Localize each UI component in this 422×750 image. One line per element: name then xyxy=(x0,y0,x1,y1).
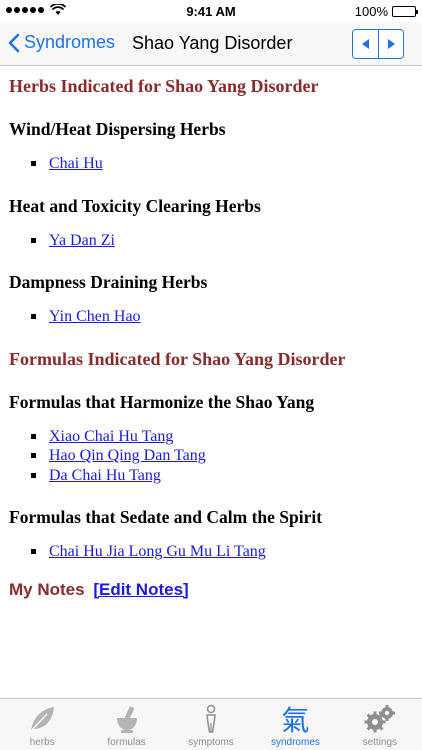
formula-link[interactable]: Hao Qin Qing Dan Tang xyxy=(49,447,206,464)
formula-link[interactable]: Xiao Chai Hu Tang xyxy=(49,428,173,445)
list-item: Chai Hu Jia Long Gu Mu Li Tang xyxy=(31,542,413,562)
list-item: Ya Dan Zi xyxy=(31,231,413,251)
herb-link[interactable]: Chai Hu xyxy=(49,155,103,172)
herb-group-title: Dampness Draining Herbs xyxy=(9,272,208,292)
tab-bar: herbs formulas symptoms 氣 syndromes sett… xyxy=(0,698,422,750)
herb-group: Dampness Draining Herbs Yin Chen Hao xyxy=(9,272,413,327)
navigation-bar: Syndromes Shao Yang Disorder xyxy=(0,22,422,66)
formula-group-title: Formulas that Harmonize the Shao Yang xyxy=(9,391,315,412)
herb-list: Yin Chen Hao xyxy=(9,307,413,327)
tab-label: settings xyxy=(362,737,398,748)
qi-character-icon: 氣 xyxy=(281,704,310,737)
list-item: Da Chai Hu Tang xyxy=(31,466,413,486)
list-item: Chai Hu xyxy=(31,154,413,174)
tab-label: herbs xyxy=(29,737,55,748)
triangle-left-icon xyxy=(362,39,369,49)
tab-herbs[interactable]: herbs xyxy=(0,699,84,750)
herb-link[interactable]: Yin Chen Hao xyxy=(49,308,141,325)
herb-list: Ya Dan Zi xyxy=(9,231,413,251)
back-button[interactable]: Syndromes xyxy=(8,32,115,53)
person-icon xyxy=(194,703,228,735)
gears-icon xyxy=(363,703,397,735)
formulas-section-title: Formulas Indicated for Shao Yang Disorde… xyxy=(9,348,346,369)
tab-label: formulas xyxy=(107,737,146,748)
list-item: Hao Qin Qing Dan Tang xyxy=(31,446,413,466)
herb-group: Wind/Heat Dispersing Herbs Chai Hu xyxy=(9,119,413,174)
triangle-right-icon xyxy=(387,39,395,49)
herb-group-title: Wind/Heat Dispersing Herbs xyxy=(9,119,226,139)
page-title: Shao Yang Disorder xyxy=(132,33,293,53)
previous-button[interactable] xyxy=(353,30,378,58)
tab-settings[interactable]: settings xyxy=(338,699,422,750)
herb-group: Heat and Toxicity Clearing Herbs Ya Dan … xyxy=(9,196,413,251)
tab-label: syndromes xyxy=(270,737,320,748)
herb-list: Chai Hu xyxy=(9,154,413,174)
formula-group: Formulas that Harmonize the Shao Yang Xi… xyxy=(9,392,413,486)
tab-syndromes[interactable]: 氣 syndromes xyxy=(253,699,337,750)
tab-formulas[interactable]: formulas xyxy=(84,699,168,750)
list-item: Yin Chen Hao xyxy=(31,307,413,327)
battery-icon xyxy=(392,6,418,17)
herb-link[interactable]: Ya Dan Zi xyxy=(49,232,115,249)
formula-list: Chai Hu Jia Long Gu Mu Li Tang xyxy=(9,542,413,562)
formula-link[interactable]: Da Chai Hu Tang xyxy=(49,467,161,484)
formula-link[interactable]: Chai Hu Jia Long Gu Mu Li Tang xyxy=(49,543,266,560)
mortar-pestle-icon xyxy=(110,703,144,735)
list-item: Xiao Chai Hu Tang xyxy=(31,427,413,447)
tab-label: symptoms xyxy=(188,737,234,748)
notes-label: My Notes xyxy=(9,579,85,599)
herbs-section-title: Herbs Indicated for Shao Yang Disorder xyxy=(9,76,319,96)
formula-list: Xiao Chai Hu Tang Hao Qin Qing Dan Tang … xyxy=(9,427,413,486)
herb-group-title: Heat and Toxicity Clearing Herbs xyxy=(9,195,261,216)
status-bar: 9:41 AM 100% xyxy=(0,0,422,22)
battery-percentage: 100% xyxy=(354,4,388,19)
tab-symptoms[interactable]: symptoms xyxy=(169,699,253,750)
notes-row: My Notes [Edit Notes] xyxy=(9,580,413,600)
syndrome-detail-content: Herbs Indicated for Shao Yang Disorder W… xyxy=(0,66,422,698)
prev-next-control xyxy=(352,29,404,59)
formula-group: Formulas that Sedate and Calm the Spirit… xyxy=(9,507,413,562)
edit-notes-link[interactable]: [Edit Notes] xyxy=(93,580,188,599)
chevron-left-icon xyxy=(8,33,20,52)
formula-group-title: Formulas that Sedate and Calm the Spirit xyxy=(9,507,323,527)
next-button[interactable] xyxy=(378,30,403,58)
back-button-label: Syndromes xyxy=(24,32,116,52)
leaf-icon xyxy=(25,703,59,735)
battery-status: 100% xyxy=(354,4,418,19)
